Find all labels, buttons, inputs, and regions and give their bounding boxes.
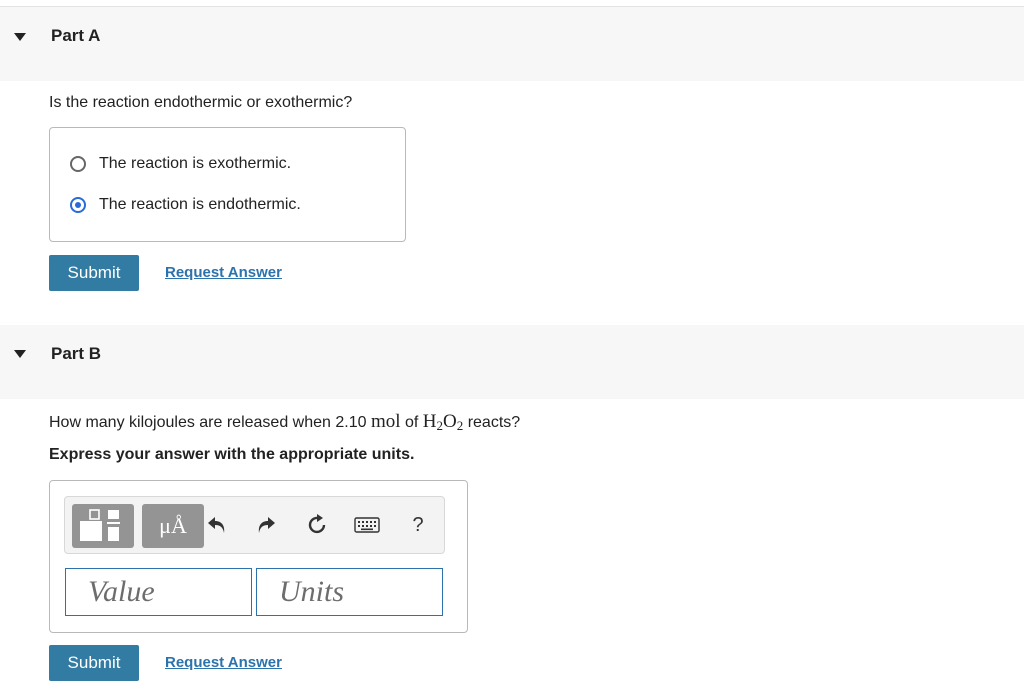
units-label: μÅ bbox=[159, 513, 187, 538]
question-text-of: of bbox=[404, 414, 419, 431]
help-button[interactable]: ? bbox=[405, 512, 431, 538]
formula-element-o: O bbox=[443, 411, 457, 432]
help-label: ? bbox=[412, 513, 424, 536]
part-a-question: Is the reaction endothermic or exothermi… bbox=[49, 94, 353, 111]
option-endothermic[interactable]: The reaction is endothermic. bbox=[70, 194, 301, 216]
radio-exothermic[interactable] bbox=[70, 156, 86, 172]
answer-entry-box: μÅ ? Value Units bbox=[49, 480, 468, 633]
collapse-triangle-icon[interactable] bbox=[14, 33, 26, 41]
question-text-before: How many kilojoules are released when 2.… bbox=[49, 414, 367, 431]
chemical-formula: H2O2 bbox=[422, 411, 464, 433]
undo-button[interactable] bbox=[204, 512, 230, 538]
units-button[interactable]: μÅ bbox=[142, 504, 204, 548]
reset-button[interactable] bbox=[304, 512, 330, 538]
part-a-request-answer-link[interactable]: Request Answer bbox=[165, 264, 282, 281]
part-b-instruction: Express your answer with the appropriate… bbox=[49, 446, 415, 463]
redo-icon bbox=[258, 517, 275, 533]
redo-button[interactable] bbox=[253, 512, 279, 538]
part-b-title: Part B bbox=[51, 344, 102, 363]
part-b-header[interactable]: Part B bbox=[0, 325, 1024, 399]
part-a-submit-button[interactable]: Submit bbox=[49, 255, 139, 291]
formula-element-h: H bbox=[422, 411, 437, 432]
reset-icon bbox=[308, 514, 326, 534]
part-a-title: Part A bbox=[51, 26, 101, 45]
answer-choices: The reaction is exothermic. The reaction… bbox=[49, 127, 406, 242]
value-input[interactable] bbox=[65, 568, 252, 616]
radio-endothermic[interactable] bbox=[70, 197, 86, 213]
option-exothermic[interactable]: The reaction is exothermic. bbox=[70, 153, 291, 175]
part-a-header[interactable]: Part A bbox=[0, 7, 1024, 81]
option-endothermic-label: The reaction is endothermic. bbox=[99, 196, 301, 213]
fraction-template-icon bbox=[80, 509, 120, 541]
units-input[interactable] bbox=[256, 568, 443, 616]
keyboard-button[interactable] bbox=[353, 512, 381, 538]
math-toolbar: μÅ ? bbox=[64, 496, 445, 554]
undo-icon bbox=[208, 517, 225, 533]
part-b-submit-button[interactable]: Submit bbox=[49, 645, 139, 681]
part-b-request-answer-link[interactable]: Request Answer bbox=[165, 654, 282, 671]
question-unit-mol: mol bbox=[370, 411, 401, 432]
option-exothermic-label: The reaction is exothermic. bbox=[99, 155, 292, 172]
formula-subscript-o: 2 bbox=[456, 418, 464, 433]
question-text-after: reacts? bbox=[467, 414, 521, 431]
part-b-question: How many kilojoules are released when 2.… bbox=[49, 411, 520, 434]
fraction-template-button[interactable] bbox=[72, 504, 134, 548]
keyboard-icon bbox=[354, 517, 380, 533]
collapse-triangle-icon[interactable] bbox=[14, 350, 26, 358]
